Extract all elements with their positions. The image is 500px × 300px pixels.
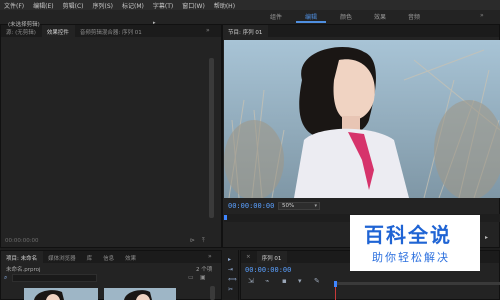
linked-selection-icon[interactable]: ▪ — [282, 277, 287, 285]
timeline-close-icon[interactable]: × — [241, 251, 257, 263]
project-thumbnail-2[interactable] — [104, 288, 176, 300]
razor-tool-icon[interactable]: ✂ — [228, 286, 233, 293]
tab-effects[interactable]: 效果 — [120, 251, 142, 263]
expand-arrow-icon[interactable]: ▸ — [153, 20, 156, 26]
menu-bar: 文件(F) 编辑(E) 剪辑(C) 序列(S) 标记(M) 字幕(T) 窗口(W… — [0, 0, 500, 10]
timeline-timecode[interactable]: 00:00:00:00 — [245, 266, 291, 274]
menu-window[interactable]: 窗口(W) — [178, 1, 210, 10]
timeline-ruler[interactable] — [334, 282, 500, 285]
search-icon[interactable]: ⌕ — [4, 274, 7, 282]
project-panel-scrollbar[interactable] — [210, 286, 215, 300]
project-panel-overflow-icon[interactable]: » — [208, 253, 212, 260]
program-timecode[interactable]: 00:00:00:00 — [228, 202, 274, 210]
thumbnail-1-image — [24, 288, 98, 300]
thumbnail-2-image — [104, 288, 176, 300]
program-video-frame[interactable] — [224, 40, 500, 198]
zoom-level-value: 50% — [282, 203, 295, 209]
tab-project[interactable]: 项目: 未命名 — [1, 251, 44, 263]
menu-help[interactable]: 帮助(H) — [210, 1, 240, 10]
workspace-tab-color[interactable]: 颜色 — [340, 12, 352, 21]
project-panel-tabs: 项目: 未命名 媒体浏览器 库 信息 效果 — [1, 251, 221, 263]
workspace-tab-assembly[interactable]: 组件 — [270, 12, 282, 21]
zoom-level-select[interactable]: 50% ▾ — [278, 202, 320, 210]
panel-overflow-icon[interactable]: » — [206, 27, 210, 34]
workspace-tab-effects[interactable]: 效果 — [374, 12, 386, 21]
program-playhead[interactable] — [224, 215, 227, 220]
menu-edit[interactable]: 编辑(E) — [29, 1, 58, 10]
menu-marker[interactable]: 标记(M) — [118, 1, 149, 10]
tab-program[interactable]: 节目: 序列 01 — [223, 25, 269, 37]
new-bin-icon[interactable]: ▭ — [188, 274, 194, 281]
project-file-name: 未命名.prproj — [6, 267, 41, 273]
timeline-playhead-line — [335, 287, 336, 300]
menu-sequence[interactable]: 序列(S) — [89, 1, 119, 10]
video-frame-image — [224, 40, 500, 198]
no-clip-selected-label: (未选择剪辑) — [8, 22, 40, 28]
tab-media-browser[interactable]: 媒体浏览器 — [43, 251, 82, 263]
tab-libraries[interactable]: 库 — [82, 251, 99, 263]
watermark-subtitle: 助你轻松解决 — [372, 251, 450, 264]
effect-controls-timecode: 00:00:00:00 — [5, 238, 39, 244]
tools-panel: ▸ ⇥ ⟺ ✂ — [224, 250, 239, 300]
chevron-down-icon: ▾ — [314, 203, 317, 209]
snap-icon[interactable]: ⌁ — [265, 277, 269, 285]
watermark-title: 百科全说 — [364, 223, 452, 247]
workspace-overflow-icon[interactable]: » — [480, 12, 484, 19]
workspace-active-indicator — [296, 21, 326, 23]
track-select-tool-icon[interactable]: ⇥ — [228, 266, 233, 273]
playback-controls-overflow-icon[interactable]: ▸ — [485, 234, 488, 241]
project-thumbnail-1[interactable] — [24, 288, 98, 300]
project-item-count: 2 个项 — [196, 267, 213, 273]
tab-info[interactable]: 信息 — [98, 251, 120, 263]
effect-controls-scrollbar[interactable] — [209, 58, 214, 218]
filter-icon[interactable]: ⊳ — [190, 237, 195, 244]
tab-sequence[interactable]: 序列 01 — [256, 251, 288, 263]
watermark-logo: 百科全说 助你轻松解决 — [350, 215, 480, 271]
menu-clip[interactable]: 剪辑(C) — [59, 1, 89, 10]
wrench-icon[interactable]: ✎ — [314, 277, 320, 285]
export-icon[interactable]: ⤒ — [202, 237, 205, 245]
workspace-tab-editing[interactable]: 编辑 — [305, 12, 317, 21]
selection-tool-icon[interactable]: ▸ — [228, 256, 231, 263]
new-item-icon[interactable]: ▣ — [200, 274, 206, 281]
marker-icon[interactable]: ▾ — [298, 277, 302, 285]
program-panel-tabs: 节目: 序列 01 — [223, 25, 499, 37]
effect-controls-panel: 源: (无剪辑) 效果控件 音频剪辑混合器: 序列 01 — [0, 24, 222, 248]
nest-icon[interactable]: ⇲ — [248, 277, 254, 285]
menu-title[interactable]: 字幕(T) — [149, 1, 178, 10]
ripple-edit-tool-icon[interactable]: ⟺ — [228, 276, 237, 283]
project-search-input[interactable] — [12, 274, 97, 282]
menu-file[interactable]: 文件(F) — [0, 1, 29, 10]
workspace-tab-audio[interactable]: 音频 — [408, 12, 420, 21]
